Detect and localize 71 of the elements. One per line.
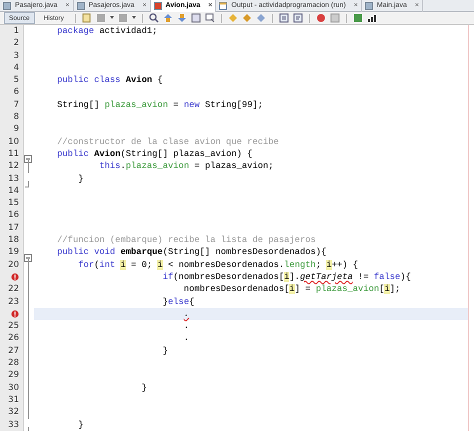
- code-line: //funcion (embarque) recibe la lista de pasajeros: [56, 234, 317, 246]
- line-number: 7: [14, 98, 19, 112]
- code-line: }: [77, 418, 85, 431]
- line-number: 20: [8, 258, 19, 271]
- collapse-icon[interactable]: [24, 155, 33, 164]
- line-number: 18: [8, 234, 19, 246]
- line-number: 13: [8, 172, 19, 185]
- line-number: 31: [8, 394, 19, 406]
- code-line: .: [182, 332, 190, 345]
- code-line: }: [140, 382, 148, 394]
- line-number: 25: [8, 320, 19, 332]
- code-line: String[] plazas_avion = new String[99];: [56, 98, 264, 112]
- line-number: 5: [14, 74, 19, 86]
- code-line: public Avion(String[] plazas_avion) {: [56, 148, 254, 160]
- line-number: 3: [14, 50, 19, 62]
- file-icon: [154, 2, 162, 10]
- line-number: 14: [8, 184, 19, 198]
- line-number: 22: [8, 283, 19, 296]
- line-number: 10: [8, 136, 19, 148]
- square-icon[interactable]: [330, 13, 340, 23]
- search-icon[interactable]: [148, 13, 159, 23]
- line-number: 8: [14, 111, 19, 124]
- code-line: public void embarque(String[] nombresDesordenados){: [56, 246, 328, 259]
- line-number: 2: [14, 37, 19, 50]
- line-number: 32: [8, 406, 19, 418]
- line-number: 16: [8, 209, 19, 222]
- line-number: 1: [14, 25, 19, 38]
- line-number: 4: [14, 62, 19, 74]
- arrow-icon[interactable]: [162, 13, 173, 23]
- square-icon[interactable]: [352, 13, 363, 23]
- code-line: }: [77, 172, 85, 185]
- fold-end-icon: [24, 180, 30, 188]
- line-number: 17: [8, 222, 19, 234]
- line-number: 29: [8, 369, 19, 382]
- error-icon: [11, 310, 19, 318]
- arrow-icon[interactable]: [176, 13, 187, 23]
- comment-icon[interactable]: [278, 13, 289, 23]
- file-icon: [364, 2, 373, 10]
- line-number: 11: [8, 148, 19, 160]
- line-number: 33: [8, 418, 19, 431]
- code-line: }: [162, 344, 169, 358]
- line-number: 27: [8, 344, 19, 358]
- code-line: nombresDesordenados[i] = plazas_avion[i];: [182, 283, 402, 296]
- collapse-icon[interactable]: [24, 254, 33, 263]
- document-icon[interactable]: [82, 13, 92, 23]
- line-number: 19: [8, 246, 19, 259]
- code-line: package actividad1;: [56, 25, 158, 38]
- comment-icon[interactable]: [292, 13, 303, 23]
- line-number: 9: [14, 123, 19, 136]
- code-line: .: [182, 320, 190, 332]
- line-number: 15: [8, 197, 19, 210]
- chart-icon[interactable]: [366, 13, 377, 23]
- code-line: this.plazas_avion = plazas_avion;: [98, 160, 275, 173]
- square-icon[interactable]: [204, 13, 215, 23]
- error-icon: [11, 273, 19, 282]
- code-line: }else{: [162, 296, 196, 308]
- code-line: public class Avion {: [56, 74, 164, 86]
- line-number: 28: [8, 357, 19, 370]
- line-number: 30: [8, 382, 19, 394]
- line-number: 6: [14, 86, 19, 99]
- line-number: 12: [8, 160, 19, 173]
- code-line: if(nombresDesordenados[i].getTarjeta != false){: [162, 270, 412, 284]
- file-icon: [76, 2, 85, 10]
- line-number: 26: [8, 332, 19, 345]
- line-number: 23: [8, 296, 19, 308]
- square-icon[interactable]: [190, 13, 201, 23]
- circle-icon[interactable]: [316, 13, 326, 23]
- window-icon: [219, 2, 228, 10]
- file-icon: [3, 2, 11, 10]
- code-line: //constructor de la clase avion que recibe: [56, 136, 280, 148]
- code-line: for(int i = 0; i < nombresDesordenados.length; i++) {: [77, 258, 360, 271]
